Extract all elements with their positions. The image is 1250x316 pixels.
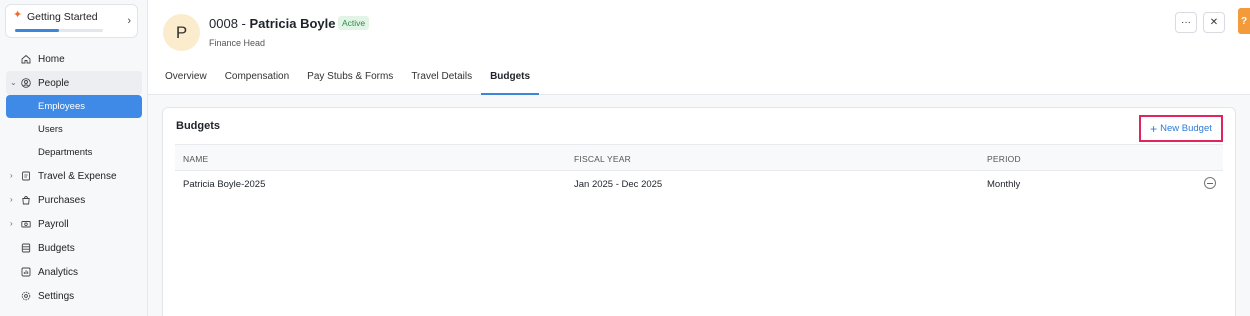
employee-role: Finance Head	[209, 38, 266, 48]
column-header-period: PERIOD	[987, 154, 1021, 164]
sidebar-item-travel-expense[interactable]: › Travel & Expense	[0, 164, 148, 188]
chart-icon	[21, 267, 31, 277]
table-header: NAME FISCAL YEAR PERIOD	[175, 144, 1223, 171]
ledger-icon	[21, 243, 31, 253]
row-actions-icon[interactable]	[1204, 177, 1216, 189]
chevron-right-icon: ›	[10, 219, 13, 228]
section-title: Budgets	[176, 120, 220, 132]
sidebar-item-departments[interactable]: Departments	[0, 141, 148, 164]
tab-budgets[interactable]: Budgets	[481, 64, 540, 95]
close-icon: ✕	[1209, 17, 1219, 28]
avatar: P	[163, 14, 200, 51]
sidebar-item-label: People	[38, 77, 70, 89]
plus-icon: +	[1150, 121, 1158, 136]
gear-icon	[21, 291, 31, 301]
employee-id: 0008 -	[209, 16, 246, 31]
new-budget-button[interactable]: + New Budget	[1139, 115, 1223, 142]
cell-period: Monthly	[987, 179, 1021, 190]
employee-header: P 0008 - Patricia Boyle Active Finance H…	[148, 0, 1250, 95]
sidebar-item-label: Budgets	[38, 242, 75, 254]
column-header-name: NAME	[183, 154, 209, 164]
new-budget-label: New Budget	[1160, 123, 1212, 134]
chevron-right-icon: ›	[10, 195, 13, 204]
column-header-fiscal-year: FISCAL YEAR	[574, 154, 631, 164]
tab-travel-details[interactable]: Travel Details	[402, 64, 481, 95]
sidebar-item-users[interactable]: Users	[0, 118, 148, 141]
chevron-down-icon: ⌄	[10, 78, 17, 87]
getting-started-label: Getting Started	[27, 11, 98, 23]
help-icon: ?	[1240, 15, 1248, 27]
sidebar-item-label: Travel & Expense	[38, 170, 117, 182]
sidebar: ✦ Getting Started › Home ⌄ People Employ…	[0, 0, 148, 316]
tab-overview[interactable]: Overview	[156, 64, 216, 95]
tab-bar: Overview Compensation Pay Stubs & Forms …	[156, 64, 540, 95]
sidebar-item-purchases[interactable]: › Purchases	[0, 188, 148, 212]
cell-fiscal-year: Jan 2025 - Dec 2025	[574, 179, 663, 190]
sidebar-item-label: Home	[38, 53, 65, 65]
sidebar-item-settings[interactable]: Settings	[0, 284, 148, 308]
table-row[interactable]: Patricia Boyle-2025 Jan 2025 - Dec 2025 …	[175, 171, 1223, 197]
cash-icon	[21, 219, 31, 229]
sidebar-item-employees[interactable]: Employees	[6, 95, 142, 118]
bag-icon	[21, 195, 31, 205]
chevron-right-icon: ›	[127, 15, 131, 27]
getting-started-card[interactable]: ✦ Getting Started ›	[5, 4, 138, 38]
close-button[interactable]: ✕	[1203, 12, 1225, 33]
receipt-icon	[21, 171, 31, 181]
progress-fill	[15, 29, 59, 32]
getting-started-progress	[15, 29, 103, 32]
page-title: 0008 - Patricia Boyle	[209, 16, 336, 31]
home-icon	[21, 54, 31, 64]
sidebar-item-label: Settings	[38, 290, 75, 302]
help-tab[interactable]: ?	[1238, 8, 1250, 34]
employee-name: Patricia Boyle	[249, 16, 336, 31]
status-badge: Active	[338, 16, 370, 30]
tab-compensation[interactable]: Compensation	[216, 64, 298, 95]
sparkle-icon: ✦	[13, 9, 23, 21]
sidebar-item-label: Payroll	[38, 218, 69, 230]
sidebar-item-analytics[interactable]: Analytics	[0, 260, 148, 284]
user-circle-icon	[21, 78, 31, 88]
budgets-card: Budgets + New Budget NAME FISCAL YEAR PE…	[162, 107, 1236, 316]
sidebar-item-label: Purchases	[38, 194, 86, 206]
sidebar-item-payroll[interactable]: › Payroll	[0, 212, 148, 236]
sidebar-item-budgets[interactable]: Budgets	[0, 236, 148, 260]
sidebar-item-home[interactable]: Home	[0, 47, 148, 71]
more-icon: ···	[1181, 17, 1191, 28]
tab-pay-stubs-forms[interactable]: Pay Stubs & Forms	[298, 64, 402, 95]
sidebar-nav: Home ⌄ People Employees Users Department…	[0, 47, 148, 308]
chevron-right-icon: ›	[10, 171, 13, 180]
sidebar-item-people[interactable]: ⌄ People	[6, 71, 142, 95]
sidebar-item-label: Analytics	[38, 266, 79, 278]
cell-name: Patricia Boyle-2025	[183, 179, 266, 190]
more-options-button[interactable]: ···	[1175, 12, 1197, 33]
